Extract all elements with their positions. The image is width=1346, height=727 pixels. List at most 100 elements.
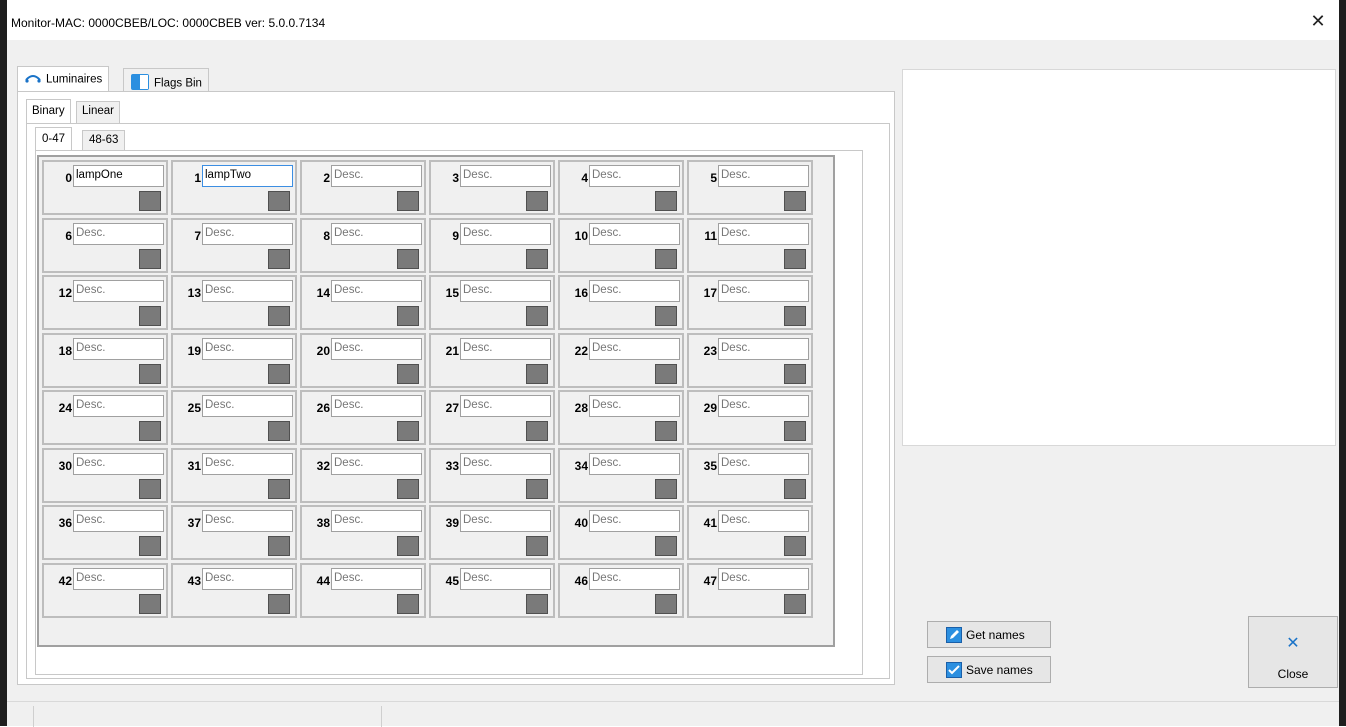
luminaire-state-indicator[interactable] (268, 191, 290, 211)
luminaire-name-input[interactable]: Desc. (718, 280, 809, 302)
luminaire-name-input[interactable]: Desc. (202, 510, 293, 532)
luminaire-state-indicator[interactable] (526, 248, 548, 269)
luminaire-name-input[interactable]: lampOne (73, 165, 164, 187)
tab-binary[interactable]: Binary (26, 99, 71, 124)
luminaire-name-input[interactable]: Desc. (589, 222, 680, 245)
luminaire-name-input[interactable]: Desc. (331, 337, 422, 360)
luminaire-state-indicator[interactable] (784, 306, 806, 326)
luminaire-state-indicator[interactable] (139, 593, 161, 614)
luminaire-name-input[interactable]: Desc. (718, 165, 809, 187)
luminaire-name-input[interactable]: Desc. (202, 222, 293, 245)
luminaire-state-indicator[interactable] (139, 478, 161, 499)
luminaire-name-input[interactable]: Desc. (589, 337, 680, 360)
luminaire-state-indicator[interactable] (784, 478, 806, 499)
luminaire-name-input[interactable]: Desc. (331, 452, 422, 475)
luminaire-name-input[interactable]: Desc. (331, 280, 422, 302)
luminaire-state-indicator[interactable] (397, 363, 419, 384)
luminaire-name-input[interactable]: Desc. (460, 165, 551, 187)
luminaire-name-input[interactable]: Desc. (202, 395, 293, 417)
luminaire-name-input[interactable]: Desc. (718, 222, 809, 245)
tab-linear[interactable]: Linear (76, 101, 120, 123)
tab-luminaires[interactable]: Luminaires (17, 66, 110, 92)
luminaire-state-indicator[interactable] (268, 306, 290, 326)
luminaire-state-indicator[interactable] (397, 306, 419, 326)
luminaire-name-input[interactable]: Desc. (73, 222, 164, 245)
luminaire-state-indicator[interactable] (397, 421, 419, 441)
luminaire-state-indicator[interactable] (268, 536, 290, 556)
luminaire-name-input[interactable]: Desc. (718, 337, 809, 360)
luminaire-name-input[interactable]: Desc. (73, 280, 164, 302)
luminaire-name-input[interactable]: Desc. (460, 510, 551, 532)
luminaire-state-indicator[interactable] (397, 191, 419, 211)
window-close-icon[interactable]: ✕ (1307, 10, 1329, 32)
luminaire-name-input[interactable]: Desc. (460, 280, 551, 302)
luminaire-state-indicator[interactable] (397, 248, 419, 269)
luminaire-state-indicator[interactable] (784, 593, 806, 614)
luminaire-name-input[interactable]: Desc. (718, 510, 809, 532)
luminaire-state-indicator[interactable] (526, 306, 548, 326)
tab-range-48-63[interactable]: 48-63 (82, 130, 126, 151)
luminaire-state-indicator[interactable] (139, 421, 161, 441)
luminaire-name-input[interactable]: Desc. (589, 395, 680, 417)
luminaire-state-indicator[interactable] (655, 536, 677, 556)
luminaire-state-indicator[interactable] (784, 363, 806, 384)
luminaire-name-input[interactable]: Desc. (460, 567, 551, 590)
luminaire-name-input[interactable]: Desc. (589, 510, 680, 532)
luminaire-name-input[interactable]: Desc. (202, 337, 293, 360)
luminaire-name-input[interactable]: Desc. (331, 510, 422, 532)
luminaire-state-indicator[interactable] (139, 363, 161, 384)
luminaire-name-input[interactable]: Desc. (73, 452, 164, 475)
luminaire-state-indicator[interactable] (139, 536, 161, 556)
luminaire-name-input[interactable]: Desc. (73, 395, 164, 417)
luminaire-name-input[interactable]: Desc. (202, 452, 293, 475)
close-button[interactable]: ✕ Close (1248, 616, 1338, 688)
luminaire-state-indicator[interactable] (397, 593, 419, 614)
luminaire-name-input[interactable]: Desc. (460, 452, 551, 475)
luminaire-name-input[interactable]: Desc. (460, 337, 551, 360)
luminaire-state-indicator[interactable] (655, 593, 677, 614)
luminaire-name-input[interactable]: Desc. (331, 222, 422, 245)
save-names-button[interactable]: Save names (927, 656, 1051, 683)
luminaire-state-indicator[interactable] (655, 478, 677, 499)
luminaire-name-input[interactable]: lampTwo (202, 165, 293, 187)
luminaire-name-input[interactable]: Desc. (73, 567, 164, 590)
luminaire-name-input[interactable]: Desc. (718, 395, 809, 417)
luminaire-name-input[interactable]: Desc. (589, 280, 680, 302)
luminaire-state-indicator[interactable] (784, 191, 806, 211)
luminaire-state-indicator[interactable] (655, 191, 677, 211)
luminaire-name-input[interactable]: Desc. (718, 452, 809, 475)
luminaire-state-indicator[interactable] (397, 478, 419, 499)
luminaire-name-input[interactable]: Desc. (589, 165, 680, 187)
luminaire-state-indicator[interactable] (526, 421, 548, 441)
luminaire-state-indicator[interactable] (784, 536, 806, 556)
luminaire-state-indicator[interactable] (784, 248, 806, 269)
luminaire-name-input[interactable]: Desc. (460, 222, 551, 245)
tab-flags-bin[interactable]: Flags Bin (123, 68, 209, 91)
luminaire-name-input[interactable]: Desc. (331, 567, 422, 590)
luminaire-state-indicator[interactable] (526, 593, 548, 614)
luminaire-state-indicator[interactable] (139, 248, 161, 269)
luminaire-name-input[interactable]: Desc. (202, 280, 293, 302)
tab-range-0-47[interactable]: 0-47 (35, 127, 73, 151)
luminaire-state-indicator[interactable] (268, 421, 290, 441)
luminaire-name-input[interactable]: Desc. (331, 165, 422, 187)
luminaire-state-indicator[interactable] (268, 248, 290, 269)
luminaire-state-indicator[interactable] (655, 421, 677, 441)
luminaire-state-indicator[interactable] (655, 248, 677, 269)
luminaire-state-indicator[interactable] (268, 593, 290, 614)
luminaire-state-indicator[interactable] (397, 536, 419, 556)
luminaire-state-indicator[interactable] (526, 536, 548, 556)
luminaire-state-indicator[interactable] (139, 306, 161, 326)
luminaire-state-indicator[interactable] (268, 478, 290, 499)
luminaire-state-indicator[interactable] (655, 306, 677, 326)
luminaire-name-input[interactable]: Desc. (73, 510, 164, 532)
luminaire-state-indicator[interactable] (526, 478, 548, 499)
luminaire-state-indicator[interactable] (526, 363, 548, 384)
luminaire-name-input[interactable]: Desc. (589, 567, 680, 590)
luminaire-name-input[interactable]: Desc. (589, 452, 680, 475)
luminaire-state-indicator[interactable] (784, 421, 806, 441)
luminaire-state-indicator[interactable] (526, 191, 548, 211)
luminaire-state-indicator[interactable] (139, 191, 161, 211)
luminaire-state-indicator[interactable] (655, 363, 677, 384)
luminaire-name-input[interactable]: Desc. (331, 395, 422, 417)
